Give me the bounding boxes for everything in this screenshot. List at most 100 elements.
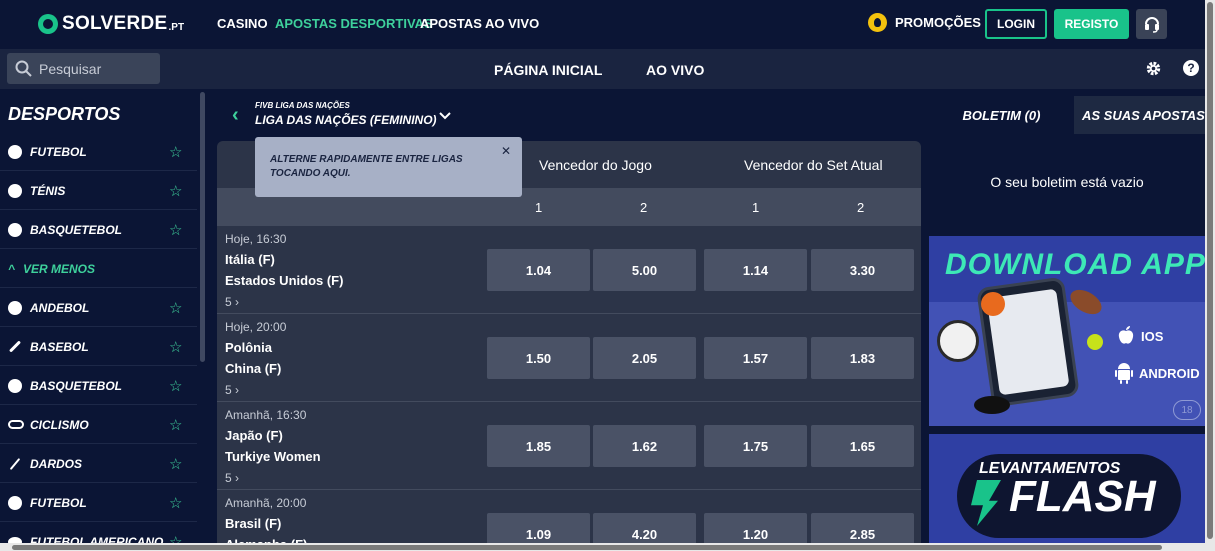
tooltip-text: ALTERNE RAPIDAMENTE ENTRE LIGAS TOCANDO … (270, 154, 463, 179)
tab-live[interactable]: AO VIVO (646, 62, 704, 78)
more-markets-link[interactable]: 5 › (225, 471, 239, 485)
sidebar-item-ciclismo[interactable]: CICLISMO ☆ (0, 406, 197, 444)
event-time: Hoje, 20:00 (225, 320, 287, 334)
star-icon[interactable]: ☆ (169, 299, 182, 317)
betslip-empty-message: O seu boletim está vazio (990, 174, 1144, 190)
event-row[interactable]: Amanhã, 20:00 Brasil (F) Alemanha (F) 5 … (217, 490, 921, 551)
bicycle-icon (8, 420, 24, 429)
event-row[interactable]: Amanhã, 16:30 Japão (F) Turkiye Women 5 … (217, 402, 921, 490)
home-team: Polônia (225, 340, 272, 355)
ios-link[interactable]: IOS (1117, 326, 1163, 346)
home-team: Japão (F) (225, 428, 283, 443)
apple-icon (1118, 326, 1134, 344)
tennis-ball-icon (8, 183, 22, 198)
sidebar-item-dardos[interactable]: DARDOS ☆ (0, 445, 197, 483)
sidebar-item-futebol[interactable]: FUTEBOL ☆ (0, 133, 197, 171)
page-horizontal-scrollbar[interactable] (0, 543, 1205, 551)
more-markets-link[interactable]: 5 › (225, 295, 239, 309)
soccer-ball-icon (8, 144, 22, 159)
odds-button[interactable]: 1.50 (487, 337, 590, 379)
download-app-banner[interactable]: DOWNLOAD APP IOS ANDROID 18 (929, 236, 1205, 426)
star-icon[interactable]: ☆ (169, 494, 182, 512)
odds-button[interactable]: 1.04 (487, 249, 590, 291)
scrollbar-thumb[interactable] (12, 545, 1162, 550)
search-input[interactable]: Pesquisar (7, 53, 160, 84)
nav-casino[interactable]: CASINO (217, 16, 268, 31)
scrollbar-thumb[interactable] (1207, 2, 1213, 539)
tab-home[interactable]: PÁGINA INICIAL (494, 62, 602, 78)
android-icon (1115, 363, 1133, 384)
star-icon[interactable]: ☆ (169, 416, 182, 434)
nav-live-betting[interactable]: APOSTAS AO VIVO (420, 16, 539, 31)
outcome-label: 1 (535, 200, 543, 215)
odds-button[interactable]: 5.00 (593, 249, 696, 291)
flash-promo-banner[interactable]: LEVANTAMENTOS FLASH (929, 434, 1205, 551)
sidebar-item-label: BASQUETEBOL (30, 378, 123, 393)
promotions-label: PROMOÇÕES (895, 15, 981, 30)
star-icon[interactable]: ☆ (169, 338, 182, 356)
close-icon[interactable]: ✕ (501, 144, 511, 158)
star-icon[interactable]: ☆ (169, 377, 182, 395)
odds-button[interactable]: 2.05 (593, 337, 696, 379)
sidebar-item-futebol-2[interactable]: FUTEBOL ☆ (0, 484, 197, 522)
promotions-link[interactable]: PROMOÇÕES (868, 13, 981, 32)
market-match-winner: Vencedor do Jogo (539, 157, 652, 173)
odds-button[interactable]: 1.83 (811, 337, 914, 379)
sidebar-item-label: FUTEBOL (30, 495, 87, 510)
chevron-up-icon: ^ (8, 261, 16, 276)
top-navigation: SOLVERDE .PT CASINO APOSTAS DESPORTIVAS … (0, 0, 1215, 49)
odds-button[interactable]: 1.62 (593, 425, 696, 467)
logo-icon (38, 14, 58, 34)
odds-button[interactable]: 1.75 (704, 425, 807, 467)
android-link[interactable]: ANDROID (1115, 362, 1200, 384)
sidebar-item-basebol[interactable]: BASEBOL ☆ (0, 328, 197, 366)
league-switch-tooltip: ALTERNE RAPIDAMENTE ENTRE LIGAS TOCANDO … (255, 137, 522, 197)
sidebar-item-label: BASQUETEBOL (30, 222, 123, 237)
more-markets-link[interactable]: 5 › (225, 383, 239, 397)
sidebar-item-label: CICLISMO (30, 417, 89, 432)
solverde-logo[interactable]: SOLVERDE .PT (38, 12, 184, 36)
handball-icon (8, 300, 22, 315)
league-selector[interactable]: LIGA DAS NAÇÕES (FEMININO) (255, 113, 437, 127)
odds-button[interactable]: 1.85 (487, 425, 590, 467)
help-icon[interactable]: ? (1183, 60, 1199, 76)
tab-my-bets[interactable]: AS SUAS APOSTAS ... (1074, 96, 1205, 134)
sidebar-show-less[interactable]: ^ VER MENOS (0, 250, 197, 288)
page-vertical-scrollbar[interactable] (1205, 0, 1215, 551)
register-button[interactable]: REGISTO (1054, 9, 1129, 39)
event-row[interactable]: Hoje, 20:00 Polônia China (F) 5 › 1.50 2… (217, 314, 921, 402)
sidebar-item-label: ANDEBOL (30, 300, 90, 315)
headset-icon (1144, 17, 1159, 33)
outcome-label: 2 (640, 200, 648, 215)
tab-betslip[interactable]: BOLETIM (0) (929, 96, 1074, 134)
sidebar-scrollbar[interactable] (200, 92, 205, 362)
ios-label: IOS (1141, 328, 1164, 344)
event-row[interactable]: Hoje, 16:30 Itália (F) Estados Unidos (F… (217, 226, 921, 314)
odds-button[interactable]: 3.30 (811, 249, 914, 291)
odds-button[interactable]: 1.14 (704, 249, 807, 291)
back-chevron-icon[interactable]: ‹ (232, 104, 239, 127)
star-icon[interactable]: ☆ (169, 455, 182, 473)
star-icon[interactable]: ☆ (169, 221, 182, 239)
sidebar-item-andebol[interactable]: ANDEBOL ☆ (0, 289, 197, 327)
star-icon[interactable]: ☆ (169, 182, 182, 200)
home-team: Itália (F) (225, 252, 275, 267)
star-icon[interactable]: ☆ (169, 143, 182, 161)
gear-icon[interactable] (1145, 60, 1162, 77)
event-time: Amanhã, 20:00 (225, 496, 307, 510)
sidebar-item-label: BASEBOL (30, 339, 89, 354)
more-markets-count: 5 (225, 383, 232, 397)
basketball-icon (8, 222, 22, 237)
age-restriction-badge: 18 (1173, 400, 1201, 420)
odds-button[interactable]: 1.65 (811, 425, 914, 467)
login-button[interactable]: LOGIN (985, 9, 1047, 39)
sidebar-item-basquetebol[interactable]: BASQUETEBOL ☆ (0, 211, 197, 249)
outcome-label: 2 (857, 200, 865, 215)
chevron-down-icon[interactable] (438, 111, 452, 121)
support-button[interactable] (1136, 9, 1167, 39)
secondary-bar: Pesquisar PÁGINA INICIAL AO VIVO ? (0, 49, 1205, 89)
sidebar-item-basquetebol-2[interactable]: BASQUETEBOL ☆ (0, 367, 197, 405)
odds-button[interactable]: 1.57 (704, 337, 807, 379)
sidebar-item-tenis[interactable]: TÉNIS ☆ (0, 172, 197, 210)
nav-sports-betting[interactable]: APOSTAS DESPORTIVAS (275, 16, 433, 31)
